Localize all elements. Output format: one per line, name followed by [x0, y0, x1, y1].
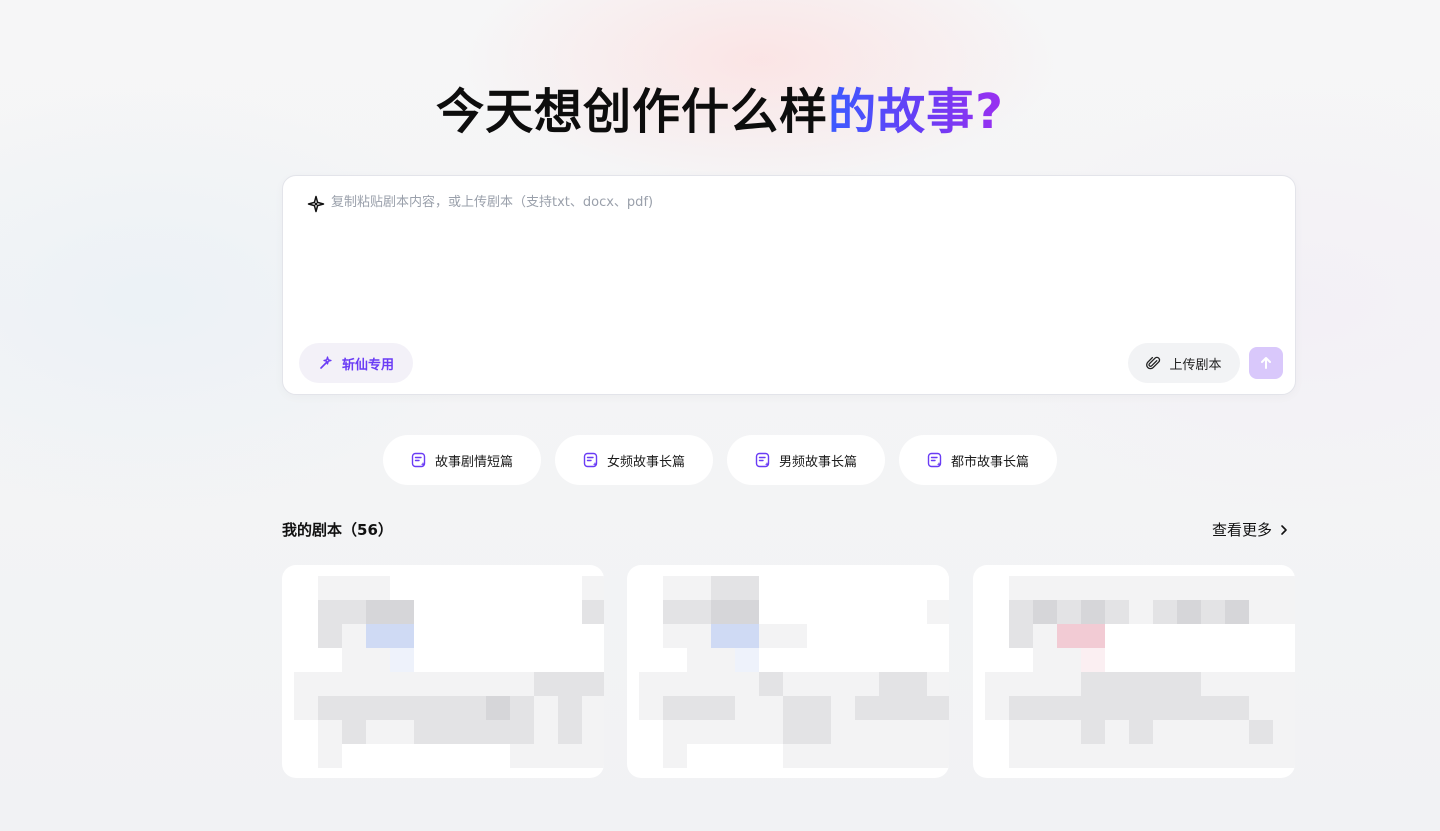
special-mode-chip[interactable]: 斩仙专用 [299, 343, 413, 383]
doc-sparkle-icon [755, 452, 770, 468]
chevron-right-icon [1281, 524, 1287, 535]
see-more-link[interactable]: 查看更多 [1212, 519, 1290, 540]
template-female-long[interactable]: 女频故事长篇 [555, 435, 713, 485]
blurred-card-content [639, 576, 949, 768]
doc-sparkle-icon [411, 452, 426, 468]
my-scripts-title: 我的剧本（56） [282, 521, 393, 539]
see-more-label: 查看更多 [1212, 521, 1273, 539]
template-label: 故事剧情短篇 [434, 454, 513, 470]
template-male-long[interactable]: 男频故事长篇 [727, 435, 885, 485]
blurred-card-content [985, 576, 1295, 768]
script-card[interactable] [627, 565, 949, 778]
template-short-story[interactable]: 故事剧情短篇 [383, 435, 541, 485]
page: 今天想创作什么样的故事? 斩仙专用 上传剧本 [0, 0, 1440, 831]
script-card[interactable] [973, 565, 1295, 778]
script-composer: 斩仙专用 上传剧本 [282, 175, 1296, 395]
doc-sparkle-icon [583, 452, 598, 468]
template-label: 都市故事长篇 [950, 454, 1029, 470]
paperclip-icon [1146, 356, 1161, 369]
sparkle-icon [307, 195, 325, 213]
template-list: 故事剧情短篇 女频故事长篇 男频故事长篇 都市故事长篇 [0, 435, 1440, 485]
send-button[interactable] [1249, 347, 1283, 379]
arrow-up-icon [1261, 357, 1271, 369]
template-label: 女频故事长篇 [606, 454, 685, 470]
special-mode-label: 斩仙专用 [341, 357, 394, 373]
upload-script-label: 上传剧本 [1169, 357, 1222, 373]
upload-script-button[interactable]: 上传剧本 [1128, 343, 1240, 383]
script-card[interactable] [282, 565, 604, 778]
doc-sparkle-icon [927, 452, 942, 468]
blurred-card-content [294, 576, 604, 768]
template-urban-long[interactable]: 都市故事长篇 [899, 435, 1057, 485]
template-label: 男频故事长篇 [778, 454, 857, 470]
hero-title: 今天想创作什么样的故事? [0, 84, 1440, 140]
hero-title-accent: 的故事? [828, 84, 1004, 140]
hero-title-plain: 今天想创作什么样 [436, 84, 829, 140]
magic-wand-icon [320, 356, 332, 369]
script-input[interactable] [331, 192, 1271, 332]
